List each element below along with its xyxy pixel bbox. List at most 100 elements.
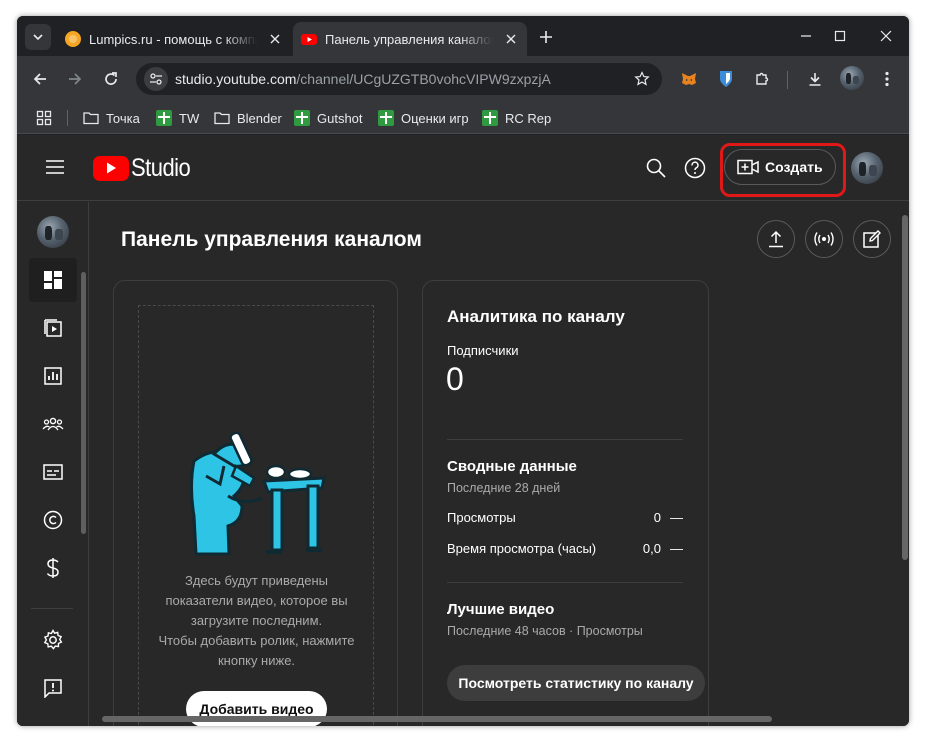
green-cross-icon xyxy=(294,110,310,126)
bookmark-rc-rep[interactable]: RC Rep xyxy=(482,108,551,128)
bookmark-game-ratings[interactable]: Оценки игр xyxy=(378,108,469,128)
sidebar-item-settings[interactable] xyxy=(29,618,77,662)
url-domain: studio.youtube.com xyxy=(175,71,297,87)
apps-grid-icon[interactable] xyxy=(34,108,54,128)
bookmarks-divider xyxy=(67,110,68,126)
browser-window: Lumpics.ru - помощь с компьютером Панель… xyxy=(17,16,909,726)
maximize-icon xyxy=(834,30,846,42)
subscribers-label: Подписчики xyxy=(447,343,519,358)
view-channel-stats-button[interactable]: Посмотреть статистику по каналу xyxy=(447,665,705,701)
menu-button[interactable] xyxy=(43,155,67,179)
latest-video-card: Здесь будут приведены показатели видео, … xyxy=(113,280,398,726)
analytics-divider xyxy=(447,439,683,440)
upload-hint-line: кнопку ниже. xyxy=(217,653,296,668)
close-tab-icon[interactable] xyxy=(267,31,283,47)
views-value: 0 xyxy=(653,510,661,525)
back-button[interactable] xyxy=(26,65,54,93)
sidebar-item-dashboard[interactable] xyxy=(29,258,77,302)
sidebar-item-monetization[interactable] xyxy=(29,546,77,590)
studio-logo-text: Studio xyxy=(131,153,191,182)
channel-analytics-card: Аналитика по каналу Подписчики 0 Сводные… xyxy=(422,280,709,726)
reload-button[interactable] xyxy=(97,65,125,93)
page-vertical-scrollbar[interactable] xyxy=(902,215,908,560)
browser-toolbar: studio.youtube.com/channel/UCgUZGTB0vohc… xyxy=(17,56,909,102)
top-videos-title: Лучшие видео xyxy=(447,601,555,618)
sidebar-item-copyright[interactable] xyxy=(29,498,77,542)
tab-lumpics[interactable]: Lumpics.ru - помощь с компьютером xyxy=(57,22,291,56)
sidebar-divider xyxy=(31,608,73,609)
sidebar-item-community[interactable] xyxy=(29,402,77,446)
bookmark-label: Оценки игр xyxy=(401,110,469,126)
views-label: Просмотры xyxy=(447,510,516,525)
bitwarden-extension-icon[interactable] xyxy=(712,65,740,93)
folder-icon xyxy=(214,110,230,126)
more-vertical-icon xyxy=(885,71,889,87)
create-post-button[interactable] xyxy=(853,220,891,258)
sidebar-item-content[interactable] xyxy=(29,306,77,350)
arrow-right-icon xyxy=(69,73,82,85)
studio-page: Studio Создать Панель управления каналом… xyxy=(17,135,909,726)
channel-avatar[interactable] xyxy=(37,216,69,248)
studio-header: Studio Создать xyxy=(17,135,909,201)
analytics-icon xyxy=(44,367,62,385)
subscribers-count: 0 xyxy=(446,361,464,397)
dashboard-main: Панель управления каналом Здесь будут пр… xyxy=(90,202,909,726)
upload-video-button[interactable] xyxy=(757,220,795,258)
dollar-icon xyxy=(46,558,59,578)
chevron-down-icon xyxy=(33,34,43,41)
upload-hint-line: показатели видео, которое вы xyxy=(165,593,348,608)
puzzle-icon xyxy=(756,72,769,85)
account-avatar[interactable] xyxy=(851,152,883,184)
page-horizontal-scrollbar[interactable] xyxy=(102,716,772,722)
upload-icon xyxy=(769,230,783,248)
bookmark-blender[interactable]: Blender xyxy=(214,108,282,128)
lumpics-favicon-icon xyxy=(65,31,81,47)
create-button[interactable]: Создать xyxy=(724,149,836,185)
sidebar-item-subtitles[interactable] xyxy=(29,450,77,494)
close-window-button[interactable] xyxy=(871,24,901,48)
green-cross-icon xyxy=(156,110,172,126)
page-title: Панель управления каналом xyxy=(121,228,422,251)
studio-logo[interactable]: Studio xyxy=(93,153,198,183)
tab-youtube-studio[interactable]: Панель управления каналом - YouTube Stud… xyxy=(293,22,527,56)
maximize-button[interactable] xyxy=(825,24,855,48)
browser-menu-button[interactable] xyxy=(873,65,901,93)
bookmark-label: Blender xyxy=(237,110,282,126)
watch-time-row: Время просмотра (часы) 0,0 — xyxy=(447,541,683,559)
bookmark-star-icon[interactable] xyxy=(632,69,652,89)
new-tab-button[interactable] xyxy=(535,26,557,48)
studio-sidebar xyxy=(17,202,89,726)
subtitles-icon xyxy=(43,464,63,480)
close-icon xyxy=(880,30,892,42)
analytics-divider xyxy=(447,582,683,583)
edit-icon xyxy=(863,230,881,248)
url-path: /channel/UCgUZGTB0vohcVIPW9zxpzjA xyxy=(296,71,551,87)
address-bar[interactable]: studio.youtube.com/channel/UCgUZGTB0vohc… xyxy=(136,63,662,95)
sidebar-scrollbar[interactable] xyxy=(81,272,86,534)
views-delta: — xyxy=(670,510,683,525)
downloads-button[interactable] xyxy=(801,65,829,93)
metamask-extension-icon[interactable] xyxy=(675,65,703,93)
help-button[interactable] xyxy=(682,155,708,181)
create-button-label: Создать xyxy=(765,159,823,175)
bookmark-tw[interactable]: TW xyxy=(156,108,199,128)
go-live-button[interactable] xyxy=(805,220,843,258)
bookmark-tochka[interactable]: Точка xyxy=(83,108,140,128)
download-icon xyxy=(809,73,821,86)
site-info-icon[interactable] xyxy=(144,67,168,91)
copyright-icon xyxy=(43,510,63,530)
bookmark-gutshot[interactable]: Gutshot xyxy=(294,108,363,128)
search-button[interactable] xyxy=(643,155,669,181)
sidebar-item-analytics[interactable] xyxy=(29,354,77,398)
top-videos-period: Последние 48 часов · Просмотры xyxy=(447,624,643,638)
sidebar-item-feedback[interactable] xyxy=(29,666,77,710)
forward-button[interactable] xyxy=(61,65,89,93)
minimize-button[interactable] xyxy=(791,24,821,48)
summary-period: Последние 28 дней xyxy=(447,481,561,495)
extensions-button[interactable] xyxy=(748,65,776,93)
live-broadcast-icon xyxy=(814,232,834,246)
profile-avatar[interactable] xyxy=(840,66,864,90)
close-tab-icon[interactable] xyxy=(503,31,519,47)
tab-title: Lumpics.ru - помощь с компьютером xyxy=(89,31,257,47)
tab-search-button[interactable] xyxy=(25,24,51,50)
